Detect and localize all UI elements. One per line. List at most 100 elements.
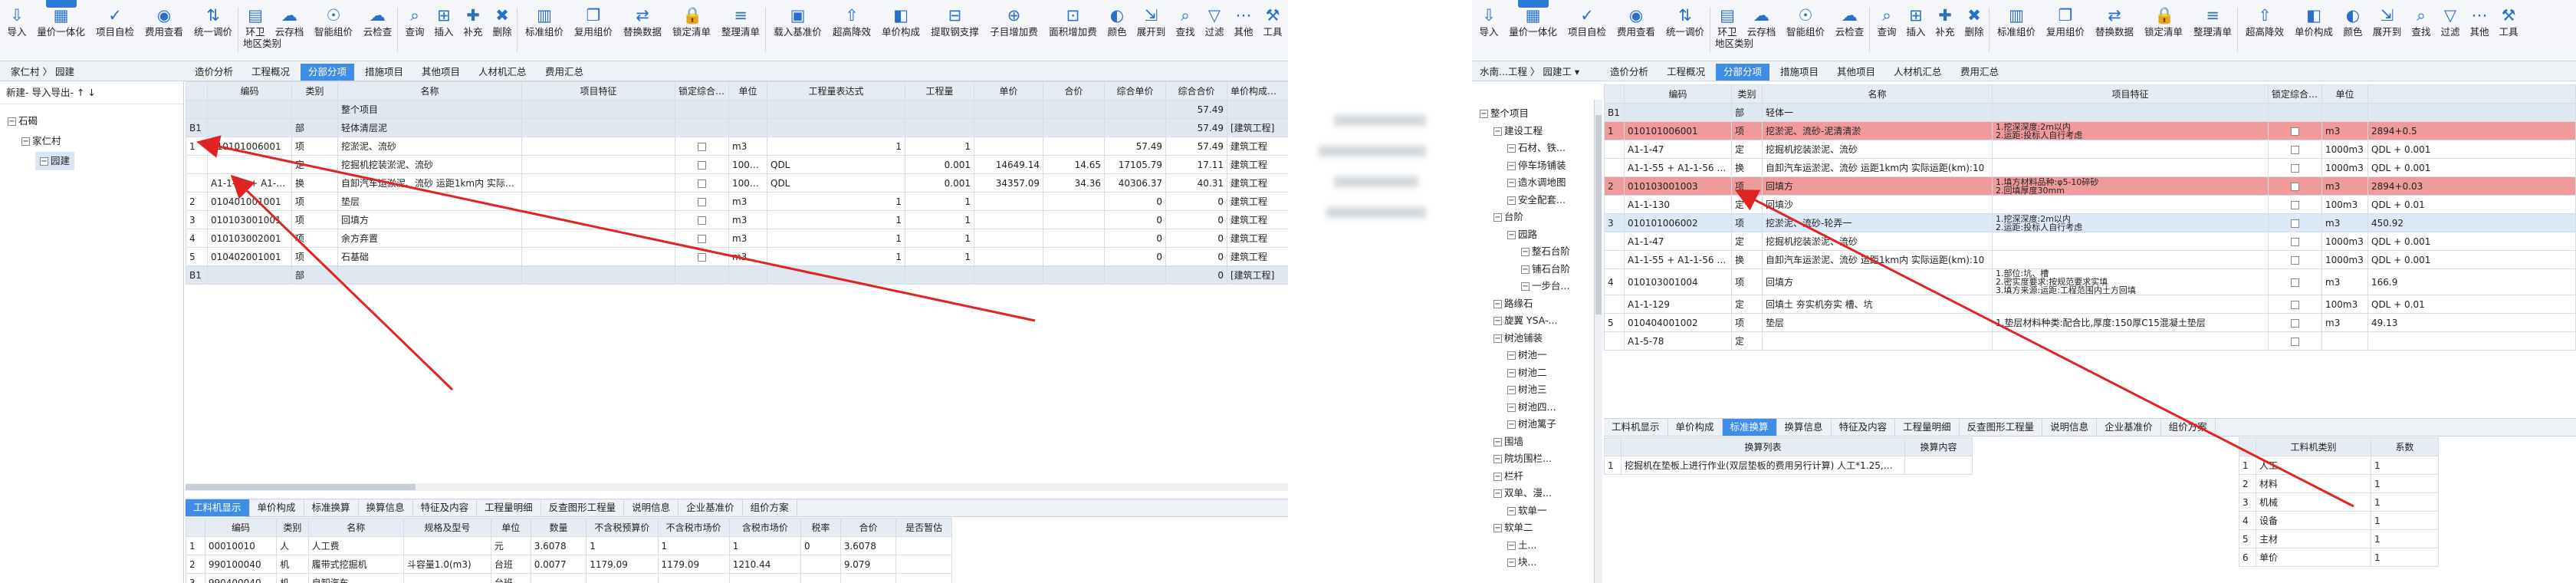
ribbon-button[interactable]: ☁ 云检查 — [1832, 6, 1867, 38]
column-header[interactable]: 工程量 — [905, 81, 974, 100]
tab-费用汇总[interactable]: 费用汇总 — [537, 64, 591, 81]
table-row[interactable]: 1 人工 1 — [2239, 456, 2439, 475]
column-header[interactable]: 类别 — [1731, 84, 1763, 104]
column-header[interactable]: 编码 — [1624, 84, 1732, 104]
tree-node[interactable]: − 树池四... — [1507, 398, 1556, 417]
ribbon-button[interactable]: ☁ 云检查 — [360, 6, 395, 38]
bottom-tab-特征及内容[interactable]: 特征及内容 — [413, 499, 478, 516]
ribbon-button[interactable]: ⌕ 查找 — [2409, 6, 2433, 38]
ribbon-button[interactable]: ⊞ 插入 — [1904, 6, 1928, 38]
expand-toggle-icon[interactable]: − — [1507, 351, 1516, 360]
tree-node[interactable]: − 整石台阶 — [1521, 242, 1570, 261]
expand-toggle-icon[interactable]: − — [1521, 248, 1530, 256]
tab-人材机汇总[interactable]: 人材机汇总 — [471, 64, 534, 81]
ribbon-button[interactable]: ⇲ 展开到 — [2370, 6, 2404, 38]
ribbon-button[interactable]: ◐ 颜色 — [2341, 6, 2365, 38]
table-row[interactable]: 5 010404001002 项垫层 1.垫层材料种类:配合比,厚度:150厚C15混… — [1604, 313, 2576, 332]
ribbon-button[interactable]: ✚ 补充 — [1933, 6, 1957, 38]
ribbon-button[interactable]: ⇩ 导入 — [5, 6, 29, 38]
lock-price-checkbox[interactable] — [698, 234, 706, 243]
expand-toggle-icon[interactable]: − — [1507, 420, 1516, 429]
ribbon-button[interactable]: ⊕ 子目增加费 — [987, 6, 1041, 38]
bottom-tab-组价方案[interactable]: 组价方案 — [2161, 419, 2216, 436]
column-header[interactable] — [2239, 437, 2256, 456]
tree-node[interactable]: − 树池二 — [1507, 364, 1547, 382]
column-header[interactable]: 编码 — [207, 81, 292, 100]
column-header[interactable]: 含税市场价 — [728, 518, 802, 537]
bottom-tab-工料机显示[interactable]: 工料机显示 — [1604, 419, 1668, 436]
ribbon-button[interactable]: ◧ 单价构成 — [2292, 6, 2336, 38]
ribbon-button[interactable]: ⊞ 插入 — [432, 6, 456, 38]
tree-node[interactable]: − 块... — [1507, 553, 1536, 571]
expand-toggle-icon[interactable]: − — [8, 117, 16, 126]
table-row[interactable]: 5 010402001001 项石基础 m3 1 1 0 0 建筑工程 — [186, 247, 1288, 266]
column-header[interactable]: 不含税预算价 — [586, 518, 659, 537]
bottom-tab-换算信息[interactable]: 换算信息 — [359, 499, 413, 516]
table-row[interactable]: A1-1-130 定回填沙 100m3 QDL + 0.01 — [1604, 195, 2576, 214]
ribbon-button[interactable]: ⋯ 其他 — [1231, 6, 1256, 38]
expand-toggle-icon[interactable]: − — [1493, 317, 1502, 325]
table-row[interactable]: 1 挖掘机在垫板上进行作业(双层垫板的费用另行计算) 人工*1.25,机械*1.2… — [1604, 456, 1973, 475]
column-header[interactable] — [186, 81, 208, 100]
column-header[interactable]: 是否暂估 — [895, 518, 952, 537]
tab-工程概况[interactable]: 工程概况 — [1659, 64, 1713, 81]
ribbon-button[interactable]: ⊟ 提取钢支撑 — [928, 6, 982, 38]
tree-node[interactable]: − 石材、铁... — [1507, 139, 1566, 157]
column-header[interactable]: 名称 — [337, 81, 522, 100]
column-header[interactable]: 系数 — [2371, 437, 2439, 456]
lock-price-checkbox[interactable] — [2291, 300, 2299, 309]
bottom-tab-工料机显示[interactable]: 工料机显示 — [186, 499, 250, 516]
ribbon-button[interactable]: ▥ 标准组价 — [522, 6, 567, 38]
ribbon-button[interactable]: ⚒ 工具 — [1260, 6, 1285, 38]
column-header[interactable]: 不含税市场价 — [657, 518, 730, 537]
expand-toggle-icon[interactable]: − — [1521, 282, 1530, 291]
table-row[interactable]: 1 010101006001 项挖淤泥、流砂-泥清清淤 1.挖深深度:2m以内 2.运… — [1604, 121, 2576, 140]
ribbon-button[interactable]: ☉ 智能组价 — [1783, 6, 1828, 38]
ribbon-button[interactable]: ☉ 智能组价 — [311, 6, 356, 38]
ribbon-button[interactable]: ☁ 云存档 — [272, 6, 307, 38]
bottom-tab-组价方案[interactable]: 组价方案 — [743, 499, 797, 516]
column-header[interactable]: 单位 — [728, 81, 767, 100]
tree-node[interactable]: − 双单、漫... — [1493, 484, 1552, 502]
table-row[interactable]: A1-5-78 定 — [1604, 331, 2576, 351]
tree-node[interactable]: − 铺石台阶 — [1521, 260, 1570, 278]
tree-node[interactable]: − 树池铺装 — [1493, 329, 1543, 347]
column-header[interactable]: 规格及型号 — [402, 518, 491, 537]
ribbon-button[interactable]: ⌕ 查询 — [1875, 6, 1899, 38]
expand-toggle-icon[interactable]: − — [1493, 299, 1502, 308]
ribbon-button[interactable]: ⚒ 工具 — [2496, 6, 2521, 38]
lock-price-checkbox[interactable] — [2291, 200, 2299, 209]
ribbon-button[interactable]: ≡ 整理清单 — [718, 6, 763, 38]
column-header[interactable]: 工料机类别 — [2256, 437, 2371, 456]
lock-price-checkbox[interactable] — [2291, 163, 2299, 173]
column-header[interactable]: 工程量表达式 — [767, 81, 905, 100]
bottom-tab-特征及内容[interactable]: 特征及内容 — [1832, 419, 1896, 436]
ribbon-button[interactable]: ▤ 环卫 地区类别 — [1715, 6, 1753, 49]
expand-toggle-icon[interactable]: − — [1493, 437, 1502, 446]
tree-node[interactable]: − 院坊围栏... — [1493, 450, 1552, 468]
lock-price-checkbox[interactable] — [2291, 145, 2299, 154]
ribbon-button[interactable]: ◉ 费用查看 — [142, 6, 186, 38]
tree-node[interactable]: − 停车场铺装 — [1507, 156, 1566, 175]
lock-price-checkbox[interactable] — [698, 142, 706, 151]
tab-措施项目[interactable]: 措施项目 — [1773, 64, 1826, 81]
lock-price-checkbox[interactable] — [2291, 219, 2299, 228]
tree-node[interactable]: − 建设工程 — [1493, 122, 1543, 140]
ribbon-button[interactable]: ⌕ 查询 — [402, 6, 427, 38]
ribbon-button[interactable]: ◉ 费用查看 — [1614, 6, 1658, 38]
tree-node[interactable]: − 石碣 — [8, 112, 38, 130]
tab-分部分项[interactable]: 分部分项 — [301, 64, 355, 81]
lock-price-checkbox[interactable] — [698, 160, 706, 170]
tree-node[interactable]: − 软单一 — [1507, 502, 1547, 520]
table-row[interactable]: B1 部 0 [建筑工程] — [186, 265, 1288, 285]
ribbon-button[interactable]: 🔒 锁定清单 — [2141, 6, 2186, 38]
tree-node[interactable]: − 造水调地图 — [1507, 173, 1566, 192]
lock-price-checkbox[interactable] — [2291, 237, 2299, 246]
tab-工程概况[interactable]: 工程概况 — [244, 64, 297, 81]
ribbon-button[interactable]: ▽ 过滤 — [1202, 6, 1227, 38]
table-row[interactable]: A1-1-129 定回填土 夯实机夯实 槽、坑 100m3 QDL + 0.01 — [1604, 295, 2576, 314]
lock-price-checkbox[interactable] — [698, 197, 706, 206]
table-row[interactable]: A1-1-55 + A1-1-56 * 9换自卸汽车运淤泥、流砂 运距1km内 … — [1604, 158, 2576, 177]
column-header[interactable]: 合价 — [1043, 81, 1105, 100]
expand-toggle-icon[interactable]: − — [1507, 196, 1516, 205]
